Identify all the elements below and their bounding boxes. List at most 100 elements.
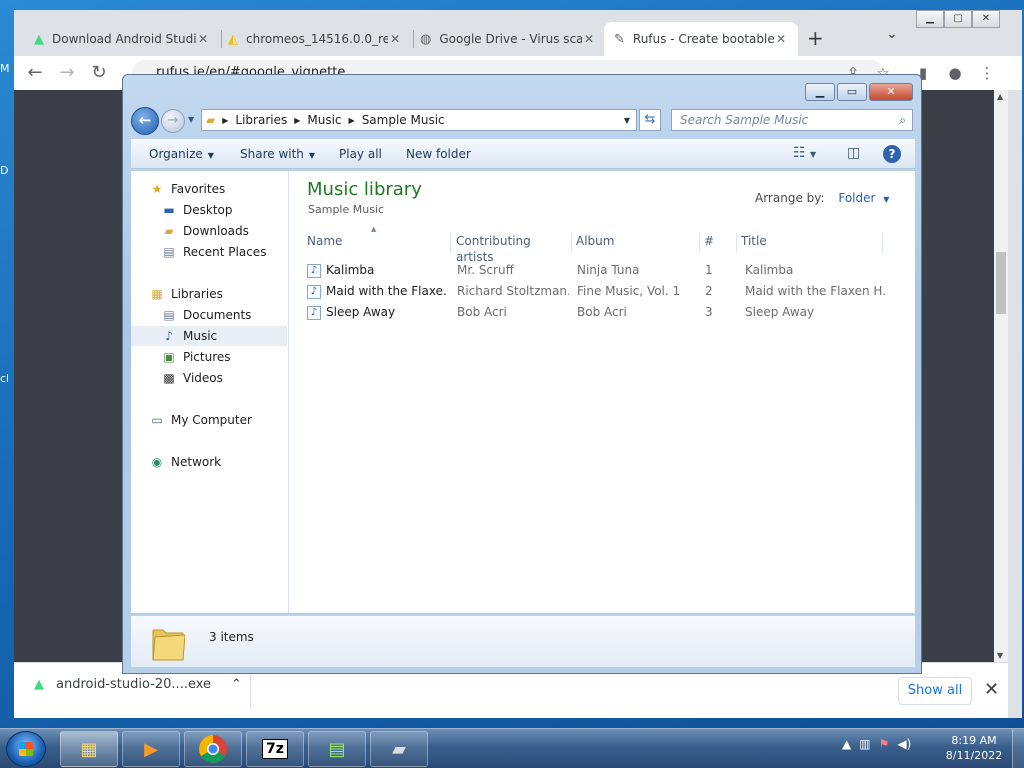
play-all-button[interactable]: Play all <box>339 147 382 161</box>
task-manager-icon: ▤ <box>328 738 346 760</box>
new-tab-button[interactable]: + <box>807 26 824 50</box>
chevron-up-icon[interactable]: ⌃ <box>231 677 242 692</box>
library-subtitle: Sample Music <box>308 203 385 216</box>
minimize-button[interactable]: ▁ <box>916 10 944 28</box>
show-hidden-icons-icon[interactable]: ▲ <box>842 737 851 751</box>
organize-button[interactable]: Organize ▼ <box>149 147 214 161</box>
nav-favorites[interactable]: ★ Favorites <box>149 179 305 199</box>
close-icon[interactable]: ✕ <box>582 32 596 46</box>
desktop-icon-label[interactable]: cl <box>0 372 9 385</box>
new-folder-button[interactable]: New folder <box>406 147 471 161</box>
7zip-icon: 7z <box>262 739 288 759</box>
arrange-by: Arrange by: Folder ▼ <box>755 191 889 205</box>
desktop-icon-label[interactable]: M <box>0 62 10 75</box>
column-header-title[interactable]: Title <box>737 233 883 253</box>
refresh-icon[interactable]: ⇆ <box>639 109 661 131</box>
taskbar-task-manager[interactable]: ▤ <box>308 731 366 767</box>
share-with-button[interactable]: Share with ▼ <box>240 147 315 161</box>
breadcrumb-arrow-icon[interactable]: ▶ <box>349 116 355 125</box>
tab-search-icon[interactable]: ⌄ <box>886 26 898 42</box>
close-icon[interactable]: ✕ <box>984 679 999 700</box>
star-icon: ★ <box>151 182 163 196</box>
menu-icon[interactable]: ⋮ <box>974 60 1000 86</box>
column-header-number[interactable]: # <box>700 233 737 253</box>
system-clock[interactable]: 8:19 AM 8/11/2022 <box>944 733 1004 763</box>
volume-icon[interactable]: ◀) <box>897 737 911 751</box>
documents-icon: ▤ <box>163 308 175 322</box>
column-header-album[interactable]: Album <box>572 233 700 253</box>
tab-google-drive[interactable]: ◍ Google Drive - Virus scan ✕ <box>410 22 606 56</box>
explorer-address-bar[interactable]: ▰ ▶ Libraries ▶ Music ▶ Sample Music ▼ <box>201 109 637 131</box>
close-window-button[interactable]: ✕ <box>972 10 1000 28</box>
tab-chromeos[interactable]: ◭ chromeos_14516.0.0_rev ✕ <box>218 22 412 56</box>
taskbar-chrome[interactable] <box>184 731 242 767</box>
breadcrumb-music[interactable]: Music <box>307 113 341 127</box>
table-row[interactable]: ♪ Maid with the Flaxe... Richard Stoltzma… <box>303 282 899 302</box>
column-header-artists[interactable]: Contributing artists <box>452 233 572 264</box>
forward-icon[interactable]: → <box>54 60 80 86</box>
desktop-icon-label[interactable]: D <box>0 164 8 177</box>
taskbar-7zip[interactable]: 7z <box>246 731 304 767</box>
breadcrumb-sample-music[interactable]: Sample Music <box>362 113 445 127</box>
scroll-up-icon[interactable]: ▲ <box>997 92 1003 101</box>
nav-libraries[interactable]: ▦ Libraries <box>149 284 305 304</box>
explorer-window: ▁ ▭ ✕ ← → ▼ ▰ ▶ Libraries ▶ Music ▶ Samp… <box>122 74 922 674</box>
maximize-button[interactable]: ▢ <box>944 10 972 28</box>
file-list-pane: Music library Sample Music Arrange by: F… <box>289 171 915 613</box>
maximize-button[interactable]: ▭ <box>837 83 867 101</box>
profile-avatar-icon[interactable]: ● <box>942 60 968 86</box>
audio-file-icon: ♪ <box>307 305 321 320</box>
table-row[interactable]: ♪ Kalimba Mr. Scruff Ninja Tuna 1 Kalimba <box>303 261 899 281</box>
desktop-icon: ▬ <box>163 203 175 217</box>
forward-button[interactable]: → <box>161 109 185 133</box>
taskbar-media-player[interactable]: ▶ <box>122 731 180 767</box>
close-icon[interactable]: ✕ <box>196 32 210 46</box>
nav-network[interactable]: ◉ Network <box>149 452 305 472</box>
address-row: ← → ▼ ▰ ▶ Libraries ▶ Music ▶ Sample Mus… <box>131 107 915 135</box>
tab-android-studio[interactable]: ▲ Download Android Studio ✕ <box>24 22 220 56</box>
chevron-down-icon[interactable]: ▼ <box>624 116 630 125</box>
action-center-icon[interactable]: ⚑ <box>879 737 890 751</box>
arrange-by-dropdown[interactable]: Folder <box>838 191 875 205</box>
minimize-button[interactable]: ▁ <box>805 83 835 101</box>
show-desktop-button[interactable] <box>1012 729 1024 768</box>
scroll-down-icon[interactable]: ▼ <box>997 651 1003 660</box>
close-icon[interactable]: ✕ <box>388 32 402 46</box>
sort-ascending-icon: ▲ <box>371 225 377 233</box>
show-all-button[interactable]: Show all <box>898 677 972 705</box>
breadcrumb-arrow-icon[interactable]: ▶ <box>294 116 300 125</box>
taskbar-rufus[interactable]: ▰ <box>370 731 428 767</box>
breadcrumb-libraries[interactable]: Libraries <box>235 113 287 127</box>
search-input[interactable]: Search Sample Music ⌕ <box>671 109 913 131</box>
taskbar-explorer[interactable]: ▦ <box>60 731 118 767</box>
back-icon[interactable]: ← <box>22 60 48 86</box>
reload-icon[interactable]: ↻ <box>86 60 112 86</box>
help-icon[interactable]: ? <box>883 145 901 163</box>
cell-title: Maid with the Flaxen H... <box>745 284 885 298</box>
explorer-window-controls: ▁ ▭ ✕ <box>805 83 913 101</box>
audio-file-icon: ♪ <box>307 263 321 278</box>
close-window-button[interactable]: ✕ <box>869 83 913 101</box>
tab-rufus[interactable]: ✎ Rufus - Create bootable ✕ <box>604 22 798 56</box>
back-button[interactable]: ← <box>131 107 159 135</box>
usb-icon: ✎ <box>614 31 625 47</box>
nav-music[interactable]: ♪ Music <box>131 326 287 346</box>
recent-pages-icon[interactable]: ▼ <box>188 115 194 124</box>
start-button[interactable] <box>6 731 46 767</box>
table-row[interactable]: ♪ Sleep Away Bob Acri Bob Acri 3 Sleep Aw… <box>303 303 899 323</box>
scroll-thumb[interactable] <box>996 252 1006 314</box>
nav-my-computer[interactable]: ▭ My Computer <box>149 410 305 430</box>
chevron-down-icon[interactable]: ▼ <box>883 195 889 204</box>
download-item[interactable]: ▲ android-studio-20....exe ⌃ <box>34 677 242 692</box>
close-icon[interactable]: ✕ <box>774 32 788 46</box>
cell-number: 1 <box>705 263 713 277</box>
column-header-name[interactable]: Name <box>303 233 451 253</box>
page-scrollbar[interactable]: ▲ ▼ <box>994 90 1008 662</box>
search-icon[interactable]: ⌕ <box>899 113 906 128</box>
breadcrumb-arrow-icon[interactable]: ▶ <box>222 116 228 125</box>
preview-pane-icon[interactable]: ◫ <box>847 145 860 161</box>
view-options-icon[interactable]: ☷ ▼ <box>793 145 816 161</box>
search-placeholder: Search Sample Music <box>680 113 809 127</box>
tab-label: Google Drive - Virus scan <box>439 32 582 46</box>
network-status-icon[interactable]: ▥ <box>859 737 870 751</box>
